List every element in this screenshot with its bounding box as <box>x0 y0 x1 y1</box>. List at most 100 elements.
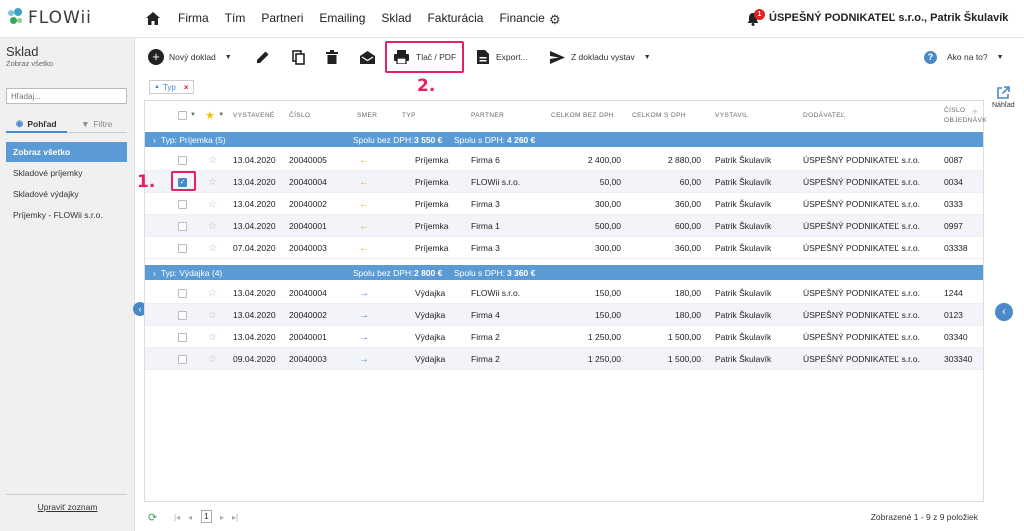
header-select-all[interactable]: ▼ <box>178 101 196 129</box>
cell-supplier: ÚSPEŠNÝ PODNIKATEĽ s.r.o. <box>803 310 920 320</box>
table-row[interactable]: ☆ → 13.04.2020 20040002 Výdajka Firma 4 150,00… <box>145 304 983 326</box>
header-issued[interactable]: VYSTAVENÉ <box>233 101 275 129</box>
prev-page-icon[interactable]: ◂ <box>188 513 192 522</box>
chevron-right-icon: › <box>153 134 156 145</box>
pager-info: Zobrazené 1 - 9 z 9 položiek <box>870 512 978 522</box>
tab-filters[interactable]: ▼ Filtre <box>66 116 127 133</box>
sidebar-item-receipts[interactable]: Skladové príjemky <box>6 163 127 183</box>
help-button[interactable]: ? Ako na to? ▼ <box>924 38 1004 76</box>
row-checkbox[interactable] <box>178 221 187 231</box>
sidebar-item-all[interactable]: Zobraz všetko <box>6 142 127 162</box>
checkbox[interactable] <box>178 110 187 120</box>
chevron-right-icon: › <box>153 267 156 278</box>
header-star[interactable]: ★ ▼ <box>205 101 225 129</box>
first-page-icon[interactable]: |◂ <box>174 513 180 522</box>
refresh-icon[interactable]: ⟳ <box>148 511 157 524</box>
cell-type: Príjemka <box>415 155 449 165</box>
cell-total-vat: 600,00 <box>675 221 701 231</box>
header-direction[interactable]: SMER <box>357 101 377 129</box>
top-bar: FLOWii Firma Tím Partneri Emailing Sklad… <box>0 0 1024 38</box>
table-row[interactable]: ☆ → 13.04.2020 20040004 Výdajka FLOWii s.r.o.… <box>145 282 983 304</box>
group-header[interactable]: › Typ: Výdajka (4) Spolu bez DPH: 2 800 € Sp… <box>145 265 983 280</box>
nav-sklad[interactable]: Sklad <box>381 11 411 25</box>
row-checkbox[interactable] <box>178 310 187 320</box>
row-checkbox[interactable] <box>178 199 187 209</box>
logo[interactable]: FLOWii <box>6 8 92 28</box>
preview-label[interactable]: Náhľad <box>992 102 1015 109</box>
group-sum-vat-label: Spolu s DPH: <box>454 134 506 145</box>
user-company-name[interactable]: ÚSPEŠNÝ PODNIKATEĽ s.r.o., Patrik Škulav… <box>769 12 1008 24</box>
step-2-label: 2. <box>417 76 436 96</box>
star-icon[interactable]: ☆ <box>208 310 217 321</box>
star-icon[interactable]: ☆ <box>208 199 217 210</box>
new-document-button[interactable]: + Nový doklad ▼ <box>148 38 232 76</box>
pager: ⟳ |◂ ◂ 1 ▸ ▸| Zobrazené 1 - 9 z 9 položi… <box>144 503 984 531</box>
star-icon[interactable]: ☆ <box>208 354 217 365</box>
header-number[interactable]: ČÍSLO <box>289 101 311 129</box>
header-partner[interactable]: PARTNER <box>471 101 504 129</box>
nav-firma[interactable]: Firma <box>178 11 209 25</box>
collapse-right-button[interactable]: ‹ <box>995 303 1013 321</box>
table-row[interactable]: ☆ → 13.04.2020 20040001 Výdajka Firma 2 1 250,… <box>145 326 983 348</box>
row-checkbox[interactable] <box>178 243 187 253</box>
row-checkbox[interactable] <box>178 332 187 342</box>
last-page-icon[interactable]: ▸| <box>232 513 238 522</box>
add-column-icon[interactable]: + <box>972 107 978 118</box>
delete-button[interactable] <box>326 38 338 76</box>
cell-partner: Firma 4 <box>471 310 500 320</box>
header-total-no-vat[interactable]: CELKOM BEZ DPH <box>551 101 614 129</box>
header-issued-by[interactable]: VYSTAVIL <box>715 101 748 129</box>
email-button[interactable] <box>360 38 375 76</box>
header-type[interactable]: TYP <box>402 101 416 129</box>
current-page[interactable]: 1 <box>201 510 212 523</box>
star-icon[interactable]: ☆ <box>208 221 217 232</box>
export-button[interactable]: Export... <box>477 38 528 76</box>
edit-list-link[interactable]: Upraviť zoznam <box>0 502 135 512</box>
gear-icon[interactable]: ⚙ <box>549 12 561 28</box>
star-icon[interactable]: ☆ <box>208 155 217 166</box>
tab-view[interactable]: ◉ Pohľad <box>6 116 67 133</box>
table-row[interactable]: ☆ ← 07.04.2020 20040003 Príjemka Firma 3 300,0… <box>145 237 983 259</box>
header-supplier[interactable]: DODÁVATEĽ <box>803 101 845 129</box>
row-checkbox[interactable] <box>178 288 187 298</box>
sidebar-item-issues[interactable]: Skladové výdajky <box>6 184 127 204</box>
edit-button[interactable] <box>256 38 270 76</box>
nav-tim[interactable]: Tím <box>225 11 246 25</box>
nav-fakturacia[interactable]: Fakturácia <box>427 11 483 25</box>
logo-text: FLOWii <box>28 8 92 28</box>
documents-table: ▼ ★ ▼ VYSTAVENÉ ČÍSLO SMER TYP PARTNER C… <box>144 100 987 502</box>
table-row[interactable]: ☆ ← 13.04.2020 20040005 Príjemka Firma 6 2 400… <box>145 149 983 171</box>
star-icon[interactable]: ☆ <box>208 177 217 188</box>
next-page-icon[interactable]: ▸ <box>220 513 224 522</box>
row-checkbox[interactable] <box>178 155 187 165</box>
cell-date: 13.04.2020 <box>233 177 276 187</box>
cell-number: 20040002 <box>289 310 327 320</box>
table-row[interactable]: ☆ → 09.04.2020 20040003 Výdajka Firma 2 1 250,… <box>145 348 983 370</box>
header-total-vat[interactable]: CELKOM S DPH <box>632 101 686 129</box>
copy-button[interactable] <box>292 38 305 76</box>
cell-type: Príjemka <box>415 221 449 231</box>
close-icon[interactable]: × <box>184 83 189 92</box>
header-order-number[interactable]: ČÍSLO OBJEDNÁVK <box>944 101 987 129</box>
home-icon[interactable] <box>146 12 160 25</box>
group-header[interactable]: › Typ: Príjemka (5) Spolu bez DPH: 3 550 € S… <box>145 132 983 147</box>
table-row[interactable]: ☆ ← 13.04.2020 20040002 Príjemka Firma 3 300,0… <box>145 193 983 215</box>
nav-partneri[interactable]: Partneri <box>261 11 303 25</box>
cell-type: Výdajka <box>415 288 446 298</box>
star-icon[interactable]: ☆ <box>208 288 217 299</box>
row-checkbox[interactable] <box>178 354 187 364</box>
from-document-button[interactable]: Z dokladu vystav ▼ <box>550 38 651 76</box>
search-input[interactable] <box>6 88 127 104</box>
nav-financie[interactable]: Financie <box>499 11 544 25</box>
nav-emailing[interactable]: Emailing <box>319 11 365 25</box>
table-row[interactable]: ✓ ☆ ← 13.04.2020 20040004 Príjemka FLOWii s.r.… <box>145 171 983 193</box>
star-icon[interactable]: ☆ <box>208 332 217 343</box>
help-icon: ? <box>924 50 937 64</box>
external-link-icon[interactable] <box>996 86 1010 100</box>
filter-chip[interactable]: ▲ Typ × <box>149 80 194 94</box>
sidebar-item-receipts-flowii[interactable]: Príjemky - FLOWii s.r.o. <box>6 205 127 225</box>
table-row[interactable]: ☆ ← 13.04.2020 20040001 Príjemka Firma 1 500,0… <box>145 215 983 237</box>
star-icon[interactable]: ☆ <box>208 243 217 254</box>
header-order-number-line2: OBJEDNÁVK <box>944 116 987 124</box>
notification-badge: 1 <box>754 9 765 20</box>
